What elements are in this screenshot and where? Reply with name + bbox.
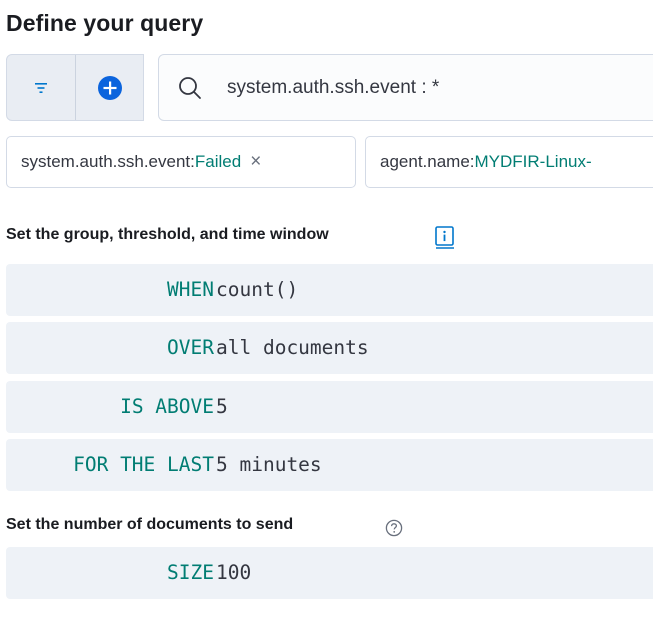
expression-value: count() — [216, 278, 299, 301]
over-expression[interactable]: OVER all documents — [6, 322, 653, 374]
expression-value: 5 minutes — [216, 453, 322, 476]
expression-value: all documents — [216, 336, 369, 359]
filter-icon — [35, 82, 47, 93]
expression-value: 5 — [216, 395, 228, 418]
expression-keyword: SIZE — [167, 561, 214, 584]
time-window-expression[interactable]: FOR THE LAST 5 minutes — [6, 439, 653, 491]
remove-filter-icon[interactable]: × — [250, 151, 261, 173]
expression-keyword: OVER — [167, 336, 214, 359]
filter-pill-agent-name[interactable]: agent.name: MYDFIR-Linux- — [365, 136, 653, 188]
filter-pill-ssh-event[interactable]: system.auth.ssh.event: Failed × — [6, 136, 356, 188]
when-expression[interactable]: WHEN count() — [6, 264, 653, 316]
help-icon[interactable] — [385, 519, 403, 537]
threshold-section-label: Set the group, threshold, and time windo… — [6, 226, 329, 243]
expression-keyword: FOR THE LAST — [73, 453, 214, 476]
filter-value: Failed — [194, 152, 242, 171]
documentation-icon[interactable] — [434, 226, 456, 250]
filter-value: MYDFIR-Linux- — [474, 152, 592, 171]
filter-field: system.auth.ssh.event: — [21, 152, 195, 171]
filter-menu-button[interactable] — [7, 55, 75, 120]
add-filter-button[interactable] — [76, 55, 144, 120]
plus-circle-icon — [98, 75, 122, 100]
expression-keyword: WHEN — [167, 278, 214, 301]
query-button-group — [6, 54, 144, 121]
size-expression[interactable]: SIZE 100 — [6, 547, 653, 599]
query-input[interactable] — [227, 73, 647, 103]
filter-field: agent.name: — [380, 152, 475, 171]
threshold-expression[interactable]: IS ABOVE 5 — [6, 381, 653, 433]
page-title: Define your query — [6, 10, 204, 36]
expression-value: 100 — [216, 561, 252, 584]
query-search-bar — [158, 54, 653, 121]
search-icon — [179, 77, 201, 99]
expression-keyword: IS ABOVE — [120, 395, 214, 418]
size-section-label: Set the number of documents to send — [6, 516, 294, 533]
